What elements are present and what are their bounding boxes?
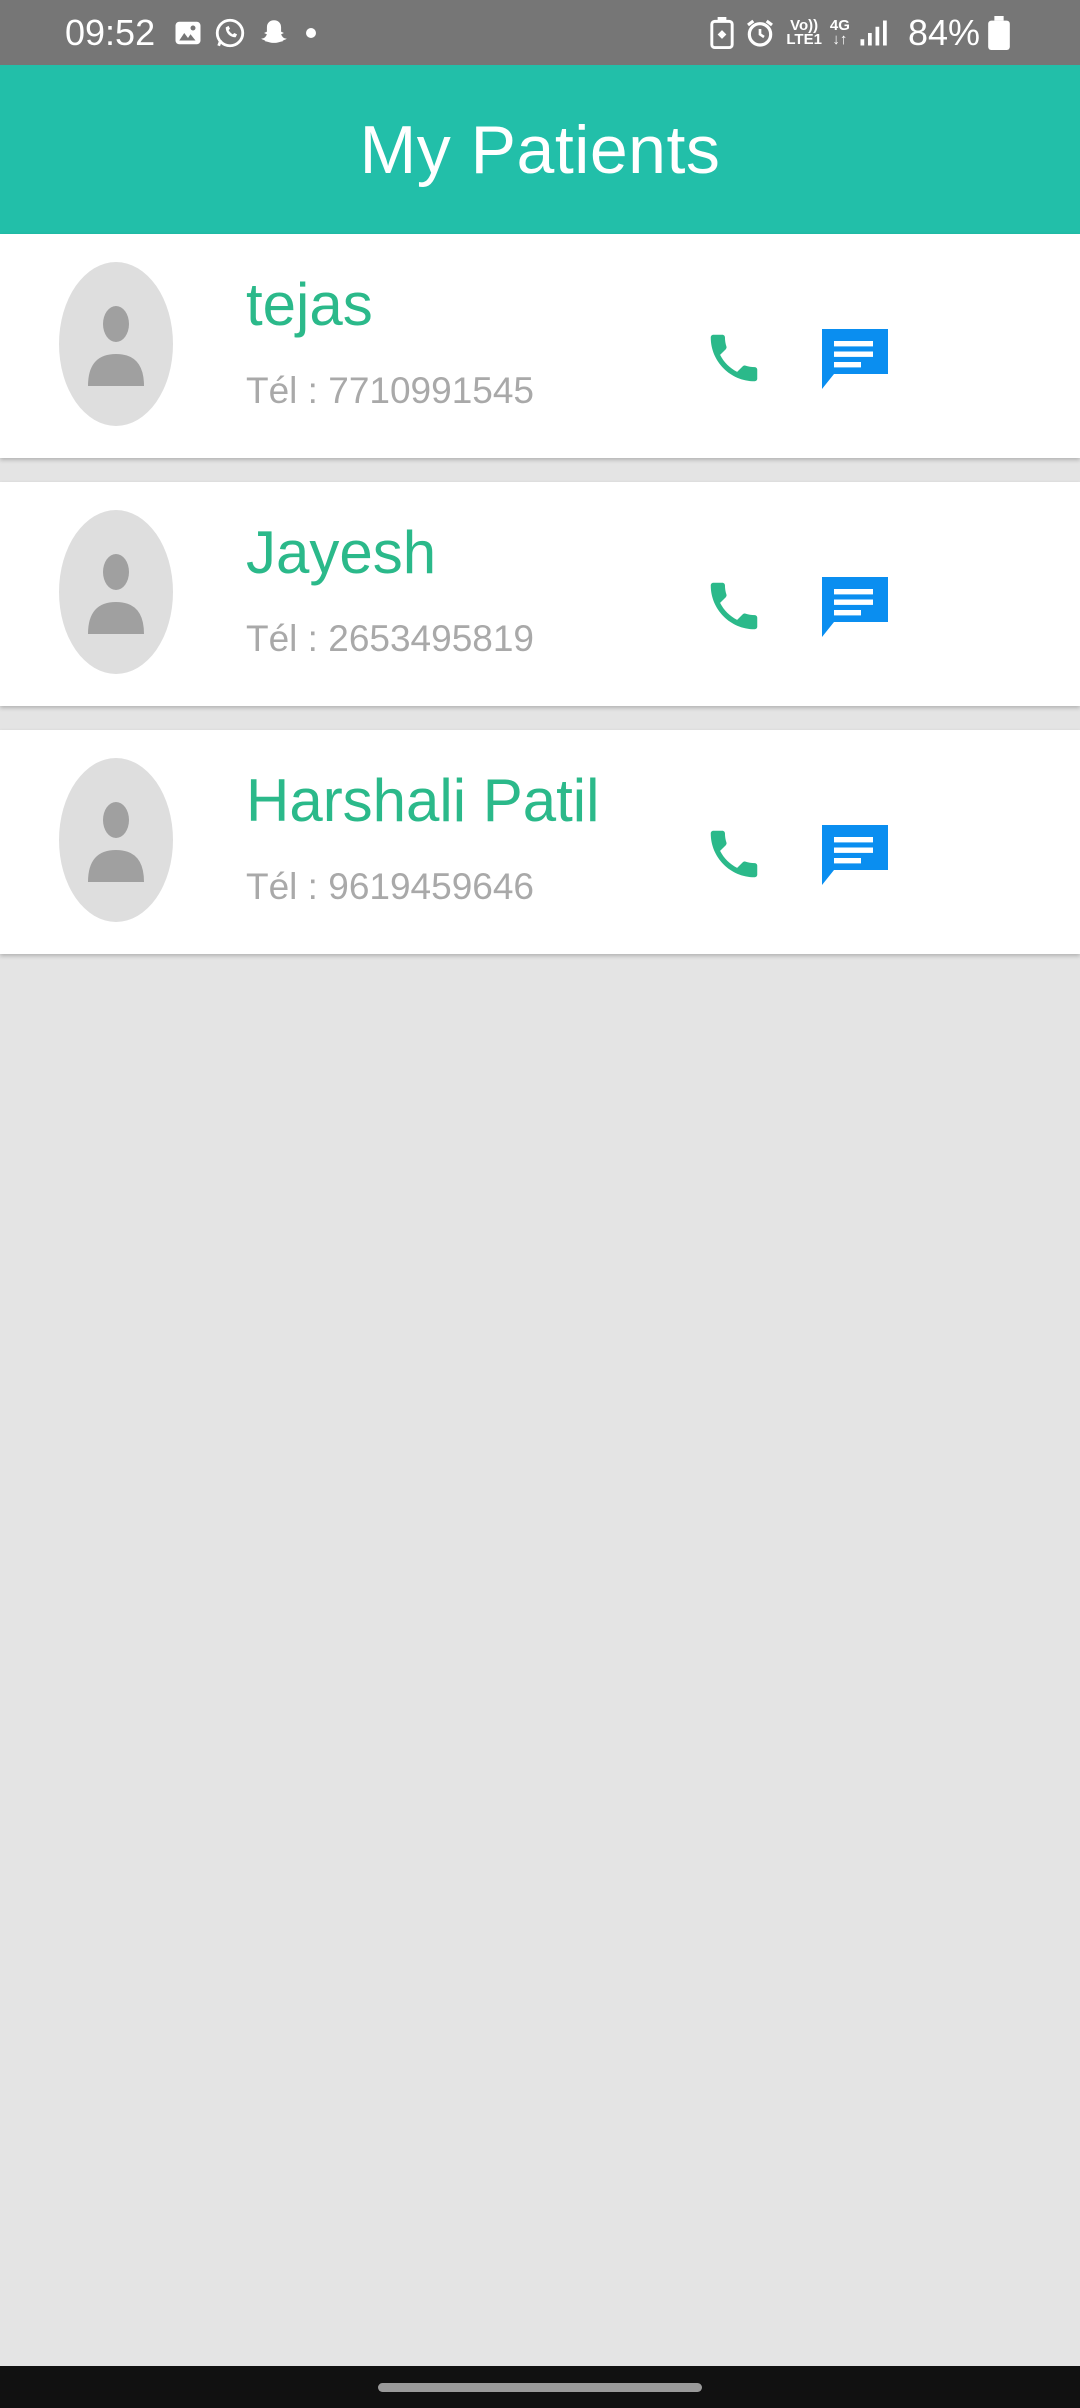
patient-list: tejas Tél : 7710991545 Jayesh Tél : 2653… bbox=[0, 234, 1080, 978]
page-title: My Patients bbox=[359, 111, 721, 188]
message-button[interactable] bbox=[818, 820, 892, 890]
person-icon bbox=[88, 306, 144, 386]
avatar bbox=[59, 758, 173, 922]
call-button[interactable] bbox=[700, 572, 768, 640]
app-bar: My Patients bbox=[0, 65, 1080, 234]
whatsapp-icon bbox=[213, 16, 247, 50]
battery-icon bbox=[988, 15, 1010, 50]
volte-indicator: Vo)) LTE1 bbox=[786, 18, 822, 48]
phone-icon bbox=[710, 830, 758, 878]
gallery-icon bbox=[173, 18, 203, 48]
message-icon bbox=[822, 825, 888, 885]
signal-icon bbox=[858, 18, 888, 48]
message-icon bbox=[822, 329, 888, 389]
navigation-bar bbox=[0, 2366, 1080, 2408]
home-gesture-handle[interactable] bbox=[378, 2383, 702, 2392]
status-bar: 09:52 Vo)) LTE1 4G ↓↑ 84% bbox=[0, 0, 1080, 65]
message-icon bbox=[822, 577, 888, 637]
call-button[interactable] bbox=[700, 820, 768, 888]
data-arrows-icon: ↓↑ bbox=[832, 30, 848, 48]
patient-phone: Tél : 2653495819 bbox=[246, 618, 535, 659]
status-bar-right: Vo)) LTE1 4G ↓↑ 84% bbox=[710, 12, 1020, 54]
patient-name: Jayesh bbox=[246, 519, 437, 586]
volte-bottom: LTE1 bbox=[786, 30, 822, 48]
patient-name: Harshali Patil bbox=[246, 767, 600, 834]
snapchat-icon bbox=[257, 16, 291, 50]
dot-icon bbox=[301, 23, 321, 43]
person-icon bbox=[88, 554, 144, 634]
avatar bbox=[59, 262, 173, 426]
patient-name: tejas bbox=[246, 271, 373, 338]
message-button[interactable] bbox=[818, 324, 892, 394]
patient-card[interactable]: Harshali Patil Tél : 9619459646 bbox=[0, 730, 1080, 954]
status-time: 09:52 bbox=[65, 11, 156, 53]
status-bar-left: 09:52 bbox=[65, 12, 331, 54]
patient-phone: Tél : 7710991545 bbox=[246, 370, 535, 411]
call-button[interactable] bbox=[700, 324, 768, 392]
avatar bbox=[59, 510, 173, 674]
patient-phone: Tél : 9619459646 bbox=[246, 866, 535, 907]
alarm-icon bbox=[744, 17, 776, 49]
phone-icon bbox=[710, 334, 758, 382]
message-button[interactable] bbox=[818, 572, 892, 642]
data-indicator: 4G ↓↑ bbox=[830, 18, 850, 48]
person-icon bbox=[88, 802, 144, 882]
patient-card[interactable]: Jayesh Tél : 2653495819 bbox=[0, 482, 1080, 706]
patient-card[interactable]: tejas Tél : 7710991545 bbox=[0, 234, 1080, 458]
battery-saver-icon bbox=[710, 16, 734, 49]
phone-icon bbox=[710, 582, 758, 630]
battery-percentage: 84% bbox=[907, 11, 980, 53]
